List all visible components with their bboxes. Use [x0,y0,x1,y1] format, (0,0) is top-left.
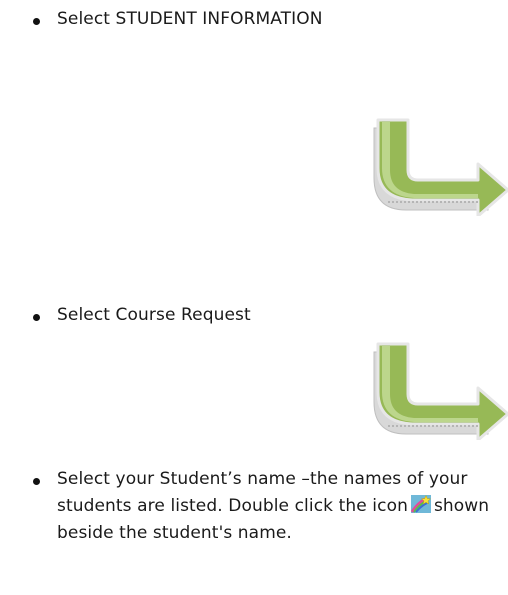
step-3-text: Select your Student’s name –the names of… [57,466,502,547]
step-2-text: Select Course Request [57,305,251,325]
shooting-star-icon[interactable] [410,495,431,513]
curved-arrow-icon [373,342,508,440]
bullet-dot [33,478,40,485]
bullet-dot [33,314,40,321]
curved-arrow-icon [373,118,508,216]
step-1-text: Select STUDENT INFORMATION [57,9,323,29]
step-3-text-before-icon: Select your Student’s name –the names of… [57,469,468,516]
bullet-dot [33,18,40,25]
